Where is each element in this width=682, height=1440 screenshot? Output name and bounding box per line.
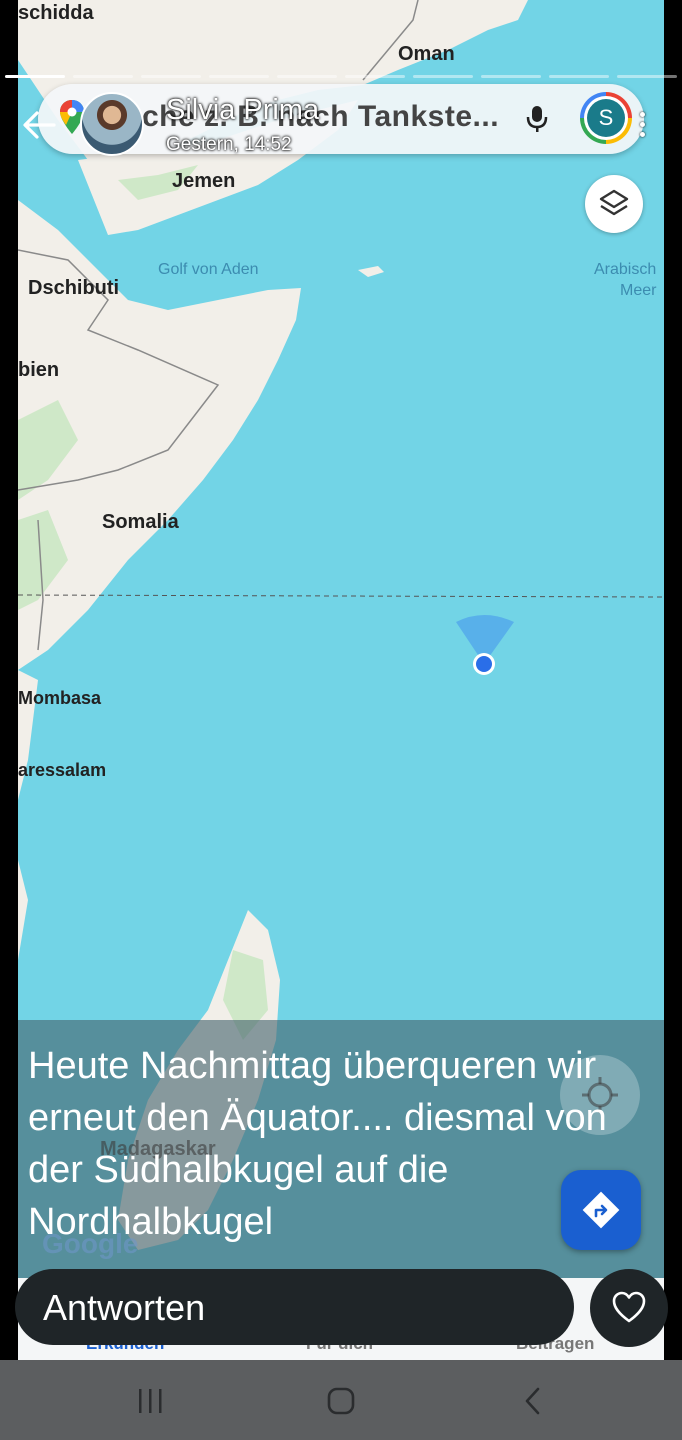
story-progress-segment [345, 75, 405, 78]
nav-back-icon [525, 1387, 540, 1415]
label-daressalam: aressalam [18, 760, 107, 780]
back-arrow-icon[interactable] [22, 110, 56, 140]
story-progress-segment [5, 75, 65, 78]
account-letter: S [587, 99, 625, 137]
label-oman: Oman [398, 43, 455, 65]
label-golf-von-aden: Golf von Aden [158, 261, 259, 278]
story-caption: Heute Nachmittag überqueren wir erneut d… [28, 1045, 607, 1243]
more-options-icon[interactable] [640, 112, 646, 142]
label-mombasa: Mombasa [18, 688, 102, 708]
story-progress-segment [141, 75, 201, 78]
recent-apps-icon [139, 1389, 162, 1413]
like-button[interactable] [590, 1269, 668, 1347]
story-progress-bar [5, 75, 677, 79]
layers-icon [599, 189, 629, 216]
nav-icons [139, 1387, 540, 1415]
layers-button[interactable] [585, 175, 643, 233]
label-aethiopien: bien [18, 359, 60, 381]
microphone-icon[interactable] [526, 104, 548, 134]
story-progress-segment [73, 75, 133, 78]
story-progress-segment [617, 75, 677, 78]
reply-input[interactable]: Antworten [15, 1269, 574, 1345]
home-icon [327, 1387, 355, 1415]
heart-icon [612, 1291, 646, 1323]
story-progress-segment [549, 75, 609, 78]
label-dschibuti: Dschibuti [28, 277, 120, 299]
label-dschidda: schidda [18, 2, 94, 24]
story-timestamp: Gestern, 14:52 [166, 134, 292, 155]
story-progress-segment [277, 75, 337, 78]
story-progress-segment [481, 75, 541, 78]
label-jemen: Jemen [172, 170, 236, 192]
account-avatar-button[interactable]: S [580, 92, 632, 144]
label-somalia: Somalia [102, 511, 179, 533]
avatar[interactable] [80, 92, 144, 156]
story-username[interactable]: Silvia Prima [166, 94, 319, 127]
story-progress-segment [413, 75, 473, 78]
story-progress-segment [209, 75, 269, 78]
reply-placeholder: Antworten [43, 1287, 206, 1328]
label-arabisches-meer: Arabisch Meer [594, 261, 657, 299]
system-navigation-bar [0, 1360, 682, 1440]
